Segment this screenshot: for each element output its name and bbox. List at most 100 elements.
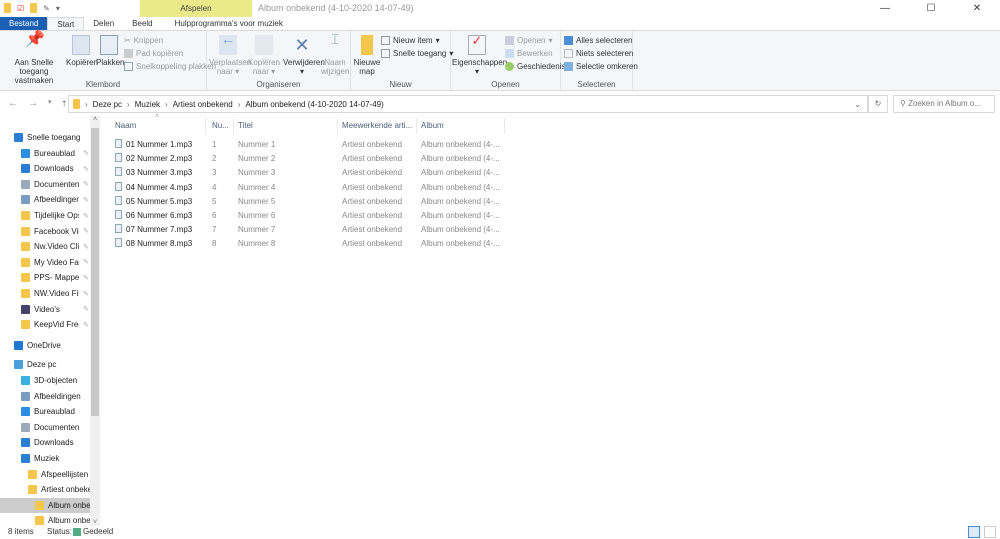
- copy-to-button[interactable]: Kopiëren naar ▾: [247, 35, 281, 76]
- nav-item[interactable]: Deze pc: [0, 357, 90, 372]
- copy-path-button[interactable]: Pad kopiëren: [124, 49, 183, 58]
- file-row[interactable]: 04 Nummer 4.mp3 4 Nummer 4 Artiest onbekend…: [107, 181, 507, 195]
- pin-icon[interactable]: ✎: [83, 149, 90, 157]
- nav-item[interactable]: Bureaublad: [0, 404, 90, 419]
- pin-icon[interactable]: ✎: [83, 212, 90, 220]
- nav-item[interactable]: Nw.Video Clips ✎: [0, 239, 90, 254]
- pin-icon[interactable]: ✎: [83, 243, 90, 251]
- nav-item[interactable]: Album onbekend: [0, 497, 90, 513]
- nav-item[interactable]: Afbeeldingen: [0, 389, 90, 404]
- chevron-down-icon[interactable]: ⌄: [854, 100, 861, 109]
- breadcrumb-album[interactable]: Album onbekend (4-10-2020 14-07-49): [245, 100, 383, 109]
- search-input[interactable]: ⚲ Zoeken in Album o...: [893, 95, 995, 113]
- pin-icon[interactable]: ✎: [43, 4, 50, 13]
- recent-dropdown[interactable]: ▾: [48, 98, 52, 109]
- pin-icon[interactable]: ✎: [83, 290, 90, 298]
- file-row[interactable]: 02 Nummer 2.mp3 2 Nummer 2 Artiest onbekend…: [107, 152, 507, 166]
- move-to-button[interactable]: ← Verplaatsen naar ▾: [209, 32, 251, 76]
- pin-icon[interactable]: ✎: [83, 227, 90, 235]
- tab-beeld[interactable]: Beeld: [123, 17, 161, 30]
- nav-item[interactable]: My Video Favorieten ✎: [0, 255, 90, 270]
- nav-item[interactable]: 3D-objecten: [0, 373, 90, 388]
- nav-item[interactable]: Snelle toegang: [0, 130, 90, 145]
- open-button[interactable]: Openen ▾: [505, 36, 552, 45]
- minimize-button[interactable]: —: [862, 0, 908, 17]
- nav-item[interactable]: Facebook Video ✎: [0, 224, 90, 239]
- file-row[interactable]: 07 Nummer 7.mp3 7 Nummer 7 Artiest onbekend…: [107, 223, 507, 237]
- nav-item[interactable]: Bureaublad ✎: [0, 146, 90, 161]
- history-button[interactable]: Geschiedenis: [505, 62, 565, 71]
- file-row[interactable]: 03 Nummer 3.mp3 3 Nummer 3 Artiest onbekend…: [107, 166, 507, 180]
- pin-icon[interactable]: ✎: [83, 321, 90, 329]
- properties-button[interactable]: ✓ Eigenschappen ▾: [452, 34, 507, 76]
- maximize-button[interactable]: ☐: [908, 0, 954, 17]
- column-album[interactable]: Album: [417, 118, 505, 134]
- select-none-button[interactable]: Niets selecteren: [564, 49, 633, 58]
- nav-item[interactable]: Downloads ✎: [0, 161, 90, 176]
- nav-item[interactable]: NW.Video Files ✎: [0, 286, 90, 301]
- up-button[interactable]: ↑: [62, 98, 67, 109]
- nav-item[interactable]: Documenten ✎: [0, 177, 90, 192]
- cut-button[interactable]: ✂ Knippen: [124, 36, 163, 45]
- pin-icon[interactable]: ✎: [83, 258, 90, 266]
- invert-selection-button[interactable]: Selectie omkeren: [564, 62, 638, 71]
- details-view-button[interactable]: [968, 526, 980, 538]
- pin-icon[interactable]: ✎: [83, 305, 90, 313]
- copy-button[interactable]: Kopiëren: [66, 35, 98, 67]
- tab-start[interactable]: Start: [47, 17, 85, 30]
- delete-button[interactable]: ✕ Verwijderen ▾: [283, 35, 325, 76]
- group-selecteren: Alles selecteren Niets selecteren Select…: [561, 31, 638, 91]
- column-naam[interactable]: Naam: [111, 118, 206, 134]
- tab-delen[interactable]: Delen: [84, 17, 123, 30]
- chevron-down-icon[interactable]: ▾: [56, 4, 60, 13]
- file-row[interactable]: 01 Nummer 1.mp3 1 Nummer 1 Artiest onbekend…: [107, 138, 507, 152]
- column-artiest[interactable]: Meewerkende arti...: [338, 118, 417, 134]
- nav-item[interactable]: KeepVid Free ✎: [0, 317, 90, 332]
- breadcrumb-artiest[interactable]: Artiest onbekend: [173, 100, 233, 109]
- address-bar[interactable]: › Deze pc › Muziek › Artiest onbekend › Alb…: [68, 95, 868, 113]
- column-nummer[interactable]: Nu...: [208, 118, 234, 134]
- back-button[interactable]: ←: [8, 98, 18, 109]
- file-row[interactable]: 06 Nummer 6.mp3 6 Nummer 6 Artiest onbekend…: [107, 209, 507, 223]
- paste-shortcut-button[interactable]: Snelkoppeling plakken: [124, 62, 216, 71]
- refresh-button[interactable]: ↻: [868, 95, 888, 113]
- forward-button[interactable]: →: [28, 98, 38, 109]
- new-folder-button[interactable]: Nieuwe map: [353, 35, 381, 76]
- nav-item[interactable]: Afspeellijsten: [0, 467, 90, 482]
- album: Album onbekend (4-...: [421, 225, 500, 235]
- rename-button[interactable]: ⌶ Naam wijzigen: [321, 32, 349, 76]
- nav-item[interactable]: Downloads: [0, 435, 90, 450]
- new-item-button[interactable]: Nieuw item ▾: [381, 36, 440, 45]
- breadcrumb-muziek[interactable]: Muziek: [135, 100, 160, 109]
- paste-button[interactable]: Plakken: [96, 35, 124, 67]
- nav-item[interactable]: PPS- Mappen ✎: [0, 270, 90, 285]
- edit-button[interactable]: Bewerken: [505, 49, 553, 58]
- pin-icon[interactable]: ✎: [83, 180, 90, 188]
- close-button[interactable]: ✕: [954, 0, 1000, 17]
- nav-item[interactable]: OneDrive: [0, 338, 90, 353]
- column-titel[interactable]: Titel: [234, 118, 338, 134]
- pin-icon[interactable]: ✎: [83, 165, 90, 173]
- select-all-button[interactable]: Alles selecteren: [564, 36, 632, 45]
- tab-bestand[interactable]: Bestand: [0, 17, 48, 30]
- pin-icon[interactable]: ✎: [83, 274, 90, 282]
- pin-quick-access-button[interactable]: 📌 Aan Snelle toegang vastmaken: [2, 32, 66, 86]
- contextual-tab-afspelen[interactable]: Afspelen: [140, 0, 252, 17]
- nav-item[interactable]: Documenten: [0, 420, 90, 435]
- nav-item[interactable]: Artiest onbekend: [0, 482, 90, 497]
- nav-item[interactable]: Tijdelijke Opslag ✎: [0, 208, 90, 223]
- pin-icon[interactable]: ✎: [83, 196, 90, 204]
- nav-scrollbar-thumb[interactable]: [91, 128, 99, 416]
- easy-access-button[interactable]: Snelle toegang ▾: [381, 49, 453, 58]
- large-icons-view-button[interactable]: [984, 526, 996, 538]
- file-row[interactable]: 08 Nummer 8.mp3 8 Nummer 8 Artiest onbekend…: [107, 237, 507, 251]
- properties-icon[interactable]: ☑: [17, 4, 24, 13]
- new-folder-icon[interactable]: [30, 3, 38, 13]
- nav-item[interactable]: Muziek: [0, 451, 90, 466]
- nav-item[interactable]: Afbeeldingen ✎: [0, 192, 90, 207]
- file-row[interactable]: 05 Nummer 5.mp3 5 Nummer 5 Artiest onbekend…: [107, 195, 507, 209]
- contributing-artist: Artiest onbekend: [342, 196, 403, 206]
- breadcrumb-deze-pc[interactable]: Deze pc: [93, 100, 122, 109]
- nav-item[interactable]: Video's ✎: [0, 302, 90, 317]
- tab-hulpprogrammas-muziek[interactable]: Hulpprogramma's voor muziek: [166, 17, 292, 30]
